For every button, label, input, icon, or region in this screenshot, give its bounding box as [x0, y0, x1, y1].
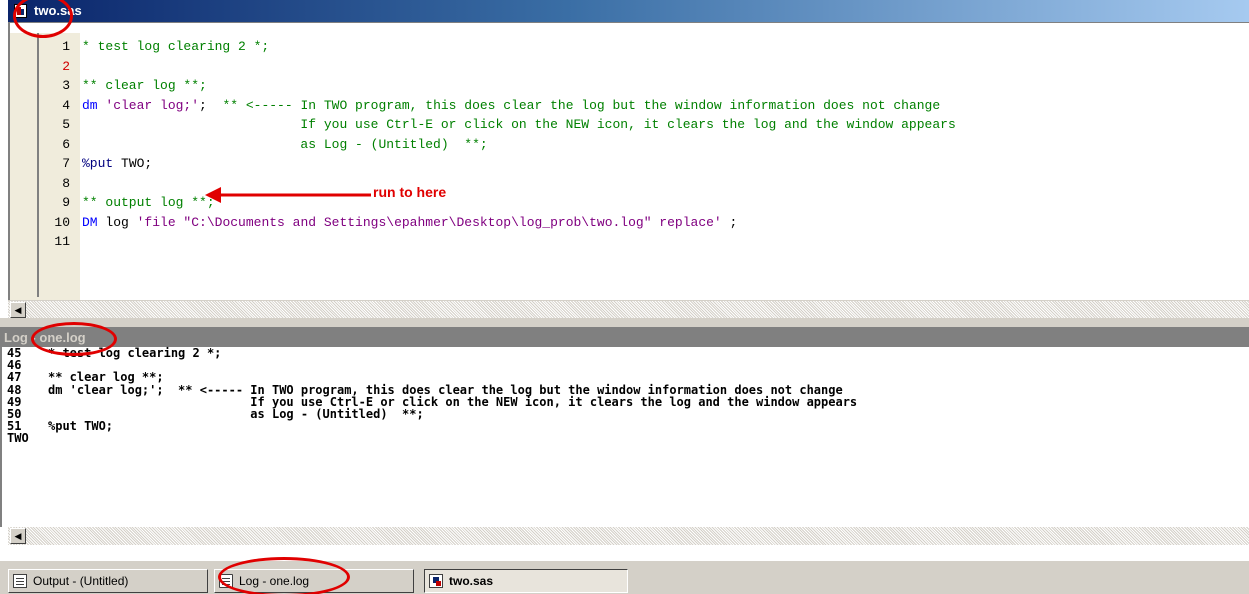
- taskbar-program-button[interactable]: two.sas: [424, 569, 628, 593]
- code-line[interactable]: 11: [10, 232, 1246, 252]
- log-line-text: %put TWO;: [48, 419, 114, 434]
- log-line: 45 * test log clearing 2 *;: [2, 347, 1249, 359]
- code-token: log: [105, 214, 137, 230]
- code-token: 'file "C:\Documents and Settings\epahmer…: [136, 214, 722, 230]
- sas-program-icon: [429, 574, 443, 588]
- log-line: 50 as Log - (Untitled) **;: [2, 408, 1249, 420]
- log-line: 46: [2, 359, 1249, 371]
- line-number: 6: [62, 136, 70, 152]
- log-line: 48 dm 'clear log;'; ** <----- In TWO prog…: [2, 382, 1249, 397]
- code-token: TWO;: [121, 156, 153, 171]
- log-horizontal-scrollbar[interactable]: ◀: [8, 527, 1249, 545]
- code-line[interactable]: 6 as Log - (Untitled) **;: [10, 135, 1246, 155]
- code-text: dm 'clear log;'; ** <----- In TWO progra…: [82, 96, 940, 116]
- code-token: %put: [82, 156, 122, 171]
- code-token: ** output log **;: [82, 195, 215, 210]
- code-line[interactable]: 2: [10, 57, 1246, 77]
- code-text: as Log - (Untitled) **;: [82, 135, 488, 155]
- annotation-circle-log-title: [31, 322, 117, 356]
- code-text: * test log clearing 2 *;: [82, 37, 269, 57]
- window-splitter[interactable]: [0, 318, 1249, 328]
- log-line-number: 47: [7, 370, 22, 385]
- editor-horizontal-scrollbar[interactable]: ◀: [8, 300, 1249, 318]
- editor-titlebar[interactable]: two.sas: [8, 0, 1249, 22]
- code-token: * test log clearing 2 *;: [82, 39, 270, 54]
- code-token: as Log - (Untitled) **;: [82, 136, 488, 152]
- code-token: 'clear log;': [105, 97, 200, 113]
- code-text: ** clear log **;: [82, 76, 207, 96]
- code-text: DM log 'file "C:\Documents and Settings\…: [82, 213, 737, 233]
- code-line[interactable]: 10 DM log 'file "C:\Documents and Setting…: [10, 213, 1246, 233]
- log-line-text: ** clear log **;: [48, 370, 164, 385]
- code-token: ** clear log **;: [82, 78, 207, 93]
- line-number: 5: [62, 117, 70, 132]
- code-line[interactable]: 1 * test log clearing 2 *;: [10, 37, 1246, 57]
- log-output-area[interactable]: 45 * test log clearing 2 *; 46 47 ** clear l…: [0, 347, 1249, 527]
- code-line[interactable]: 7 %put TWO;: [10, 154, 1246, 174]
- annotation-circle-log-taskbar: [218, 557, 350, 594]
- log-line-number: TWO: [7, 431, 29, 446]
- line-number: 3: [62, 78, 70, 93]
- log-line: 51 %put TWO;: [2, 420, 1249, 432]
- annotation-label: run to here: [373, 184, 447, 200]
- code-token: If you use Ctrl-E or click on the NEW ic…: [82, 117, 956, 132]
- code-line[interactable]: 9 ** output log **;: [10, 193, 1246, 213]
- taskbar-program-label: two.sas: [449, 574, 494, 588]
- log-line-number: 48: [7, 382, 22, 397]
- log-titlebar[interactable]: Log - one.log: [0, 328, 1249, 347]
- scroll-left-button[interactable]: ◀: [10, 528, 26, 544]
- log-line: TWO: [2, 432, 1249, 444]
- line-number: 10: [54, 214, 70, 230]
- line-number: 2: [62, 58, 70, 74]
- output-icon: [13, 574, 27, 588]
- line-number: 8: [62, 175, 70, 191]
- line-number: 7: [62, 156, 70, 171]
- code-text: If you use Ctrl-E or click on the NEW ic…: [82, 115, 956, 135]
- sas-workspace: two.sas 1 * test log clearing 2 *; 2 3 ** cl…: [0, 0, 1249, 594]
- taskbar-output-button[interactable]: Output - (Untitled): [8, 569, 208, 593]
- program-editor[interactable]: 1 * test log clearing 2 *; 2 3 ** clear log …: [8, 22, 1249, 318]
- line-number: 1: [62, 39, 70, 54]
- annotation-arrow-icon: [205, 187, 371, 203]
- line-number: 11: [54, 234, 70, 249]
- window-taskbar: Output - (Untitled) Log - one.log two.sa…: [0, 560, 1249, 594]
- code-area[interactable]: 1 * test log clearing 2 *; 2 3 ** clear log …: [10, 37, 1246, 252]
- code-token: ;: [199, 97, 223, 113]
- line-number: 4: [62, 97, 70, 113]
- code-token: DM: [82, 214, 106, 230]
- code-line[interactable]: 5 If you use Ctrl-E or click on the NEW …: [10, 115, 1246, 135]
- code-token: ** <----- In TWO program, this does clea…: [222, 97, 941, 113]
- code-line[interactable]: 3 ** clear log **;: [10, 76, 1246, 96]
- log-line: 47 ** clear log **;: [2, 371, 1249, 383]
- line-number: 9: [62, 195, 70, 210]
- code-token: dm: [82, 97, 106, 113]
- code-text: ** output log **;: [82, 193, 215, 213]
- code-line[interactable]: 4 dm 'clear log;'; ** <----- In TWO progr…: [10, 96, 1246, 116]
- code-line[interactable]: 8: [10, 174, 1246, 194]
- scroll-left-button[interactable]: ◀: [10, 302, 26, 318]
- code-text: %put TWO;: [82, 154, 152, 174]
- taskbar-output-label: Output - (Untitled): [33, 574, 129, 588]
- log-line-text: dm 'clear log;'; ** <----- In TWO progra…: [48, 382, 843, 397]
- code-token: ;: [721, 214, 738, 230]
